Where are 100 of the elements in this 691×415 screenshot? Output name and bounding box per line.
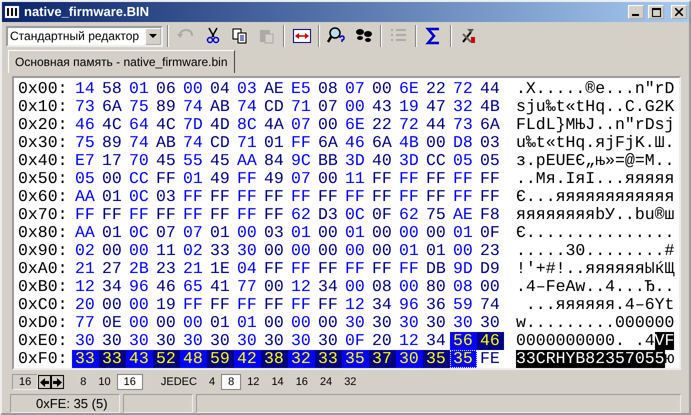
hex-byte[interactable]: 72 <box>450 80 477 98</box>
hex-byte[interactable]: 35 <box>342 350 369 368</box>
hex-byte[interactable]: 0F <box>369 206 396 224</box>
hex-byte[interactable]: 00 <box>450 242 477 260</box>
hex-byte[interactable]: 00 <box>342 98 369 116</box>
hex-byte[interactable]: DB <box>423 260 450 278</box>
hex-byte[interactable]: 8C <box>234 116 261 134</box>
hex-byte[interactable]: 01 <box>450 224 477 242</box>
hex-byte[interactable]: 00 <box>315 242 342 260</box>
hex-byte[interactable]: FF <box>207 206 234 224</box>
hex-byte[interactable]: 49 <box>261 170 288 188</box>
hex-byte[interactable]: FF <box>261 188 288 206</box>
hex-byte[interactable]: 30 <box>369 314 396 332</box>
hex-byte[interactable]: 01 <box>99 188 126 206</box>
hex-byte[interactable]: 00 <box>315 116 342 134</box>
hex-byte[interactable]: CD <box>207 134 234 152</box>
hex-byte[interactable]: 38 <box>261 350 288 368</box>
hex-byte[interactable]: 00 <box>153 314 180 332</box>
hex-byte[interactable]: 2B <box>126 260 153 278</box>
hex-byte[interactable]: 3D <box>342 152 369 170</box>
hex-byte[interactable]: 14 <box>72 80 99 98</box>
close-icon[interactable] <box>675 8 683 16</box>
hex-byte[interactable]: FE <box>477 350 504 368</box>
maximize-button[interactable] <box>648 5 664 20</box>
hex-byte[interactable]: FF <box>369 260 396 278</box>
hex-byte[interactable]: AA <box>234 152 261 170</box>
hex-byte[interactable]: 73 <box>72 98 99 116</box>
hex-byte[interactable]: 30 <box>450 314 477 332</box>
hex-byte[interactable]: 02 <box>72 242 99 260</box>
hex-byte[interactable]: D9 <box>477 260 504 278</box>
hex-byte[interactable]: 49 <box>207 170 234 188</box>
hex-byte[interactable]: 01 <box>423 242 450 260</box>
hex-byte[interactable]: 72 <box>396 116 423 134</box>
hex-byte[interactable]: 12 <box>72 278 99 296</box>
hex-byte[interactable]: 0F <box>342 332 369 350</box>
hex-byte[interactable]: 42 <box>234 350 261 368</box>
hex-byte[interactable]: FF <box>423 188 450 206</box>
hex-byte[interactable]: CD <box>261 98 288 116</box>
hex-byte[interactable]: 4C <box>153 116 180 134</box>
hex-byte[interactable]: 08 <box>450 278 477 296</box>
hex-byte[interactable]: 23 <box>153 260 180 278</box>
hex-byte[interactable]: FF <box>72 206 99 224</box>
hex-byte[interactable]: 01 <box>234 314 261 332</box>
hex-byte[interactable]: 0C <box>342 206 369 224</box>
hex-byte[interactable]: 9D <box>450 260 477 278</box>
hex-byte[interactable]: 05 <box>450 152 477 170</box>
hex-byte[interactable]: 4B <box>396 134 423 152</box>
hex-byte[interactable]: FF <box>153 170 180 188</box>
hex-byte[interactable]: 00 <box>396 278 423 296</box>
hex-byte[interactable]: 37 <box>369 350 396 368</box>
hex-byte[interactable]: 01 <box>396 242 423 260</box>
maximize-icon[interactable] <box>652 8 660 17</box>
hex-byte[interactable]: 01 <box>207 224 234 242</box>
hex-byte[interactable]: 00 <box>126 314 153 332</box>
hex-byte[interactable]: 02 <box>180 242 207 260</box>
hex-byte[interactable]: 11 <box>342 170 369 188</box>
hex-byte[interactable]: 00 <box>423 224 450 242</box>
hex-byte[interactable]: 77 <box>234 278 261 296</box>
hex-byte[interactable]: 35 <box>423 350 450 368</box>
hex-byte[interactable]: 30 <box>396 350 423 368</box>
format-option[interactable]: 4 <box>202 374 222 390</box>
hex-byte[interactable]: 33 <box>72 350 99 368</box>
hex-byte[interactable]: 01 <box>126 80 153 98</box>
hex-byte[interactable]: 64 <box>126 116 153 134</box>
hex-byte[interactable]: 00 <box>423 134 450 152</box>
hex-byte[interactable]: 21 <box>180 260 207 278</box>
hex-byte[interactable]: 71 <box>234 134 261 152</box>
hex-byte[interactable]: 9C <box>288 152 315 170</box>
hex-byte[interactable]: FF <box>126 206 153 224</box>
hex-byte[interactable]: AB <box>207 98 234 116</box>
hex-byte[interactable]: 00 <box>369 242 396 260</box>
hex-byte[interactable]: 01 <box>342 224 369 242</box>
hex-byte[interactable]: AB <box>153 134 180 152</box>
hex-byte[interactable]: 0C <box>126 224 153 242</box>
hex-byte[interactable]: 71 <box>288 98 315 116</box>
hex-byte[interactable]: 6A <box>369 134 396 152</box>
hex-byte[interactable]: 00 <box>99 170 126 188</box>
hex-byte[interactable]: 00 <box>369 224 396 242</box>
hex-byte[interactable]: 44 <box>423 116 450 134</box>
hex-byte[interactable]: 84 <box>261 152 288 170</box>
hex-byte[interactable]: 00 <box>234 224 261 242</box>
close-button[interactable] <box>671 5 687 20</box>
hex-byte[interactable]: 52 <box>153 350 180 368</box>
hex-byte[interactable]: FF <box>288 260 315 278</box>
hex-byte[interactable]: FF <box>450 188 477 206</box>
format-option[interactable]: 24 <box>314 374 338 390</box>
hex-byte[interactable]: 07 <box>342 80 369 98</box>
hex-byte[interactable]: E7 <box>72 152 99 170</box>
hex-byte[interactable]: 12 <box>342 296 369 314</box>
hex-byte[interactable]: 08 <box>369 278 396 296</box>
format-option[interactable]: 12 <box>241 374 266 390</box>
hex-byte[interactable]: FF <box>396 170 423 188</box>
hex-byte[interactable]: 30 <box>180 332 207 350</box>
hex-byte[interactable]: 00 <box>342 242 369 260</box>
hex-byte[interactable]: 74 <box>126 134 153 152</box>
hex-byte[interactable]: 30 <box>234 242 261 260</box>
hex-byte[interactable]: CC <box>126 170 153 188</box>
format-option[interactable]: 14 <box>265 374 290 390</box>
hex-byte[interactable]: 01 <box>207 314 234 332</box>
hex-byte[interactable]: 00 <box>288 314 315 332</box>
